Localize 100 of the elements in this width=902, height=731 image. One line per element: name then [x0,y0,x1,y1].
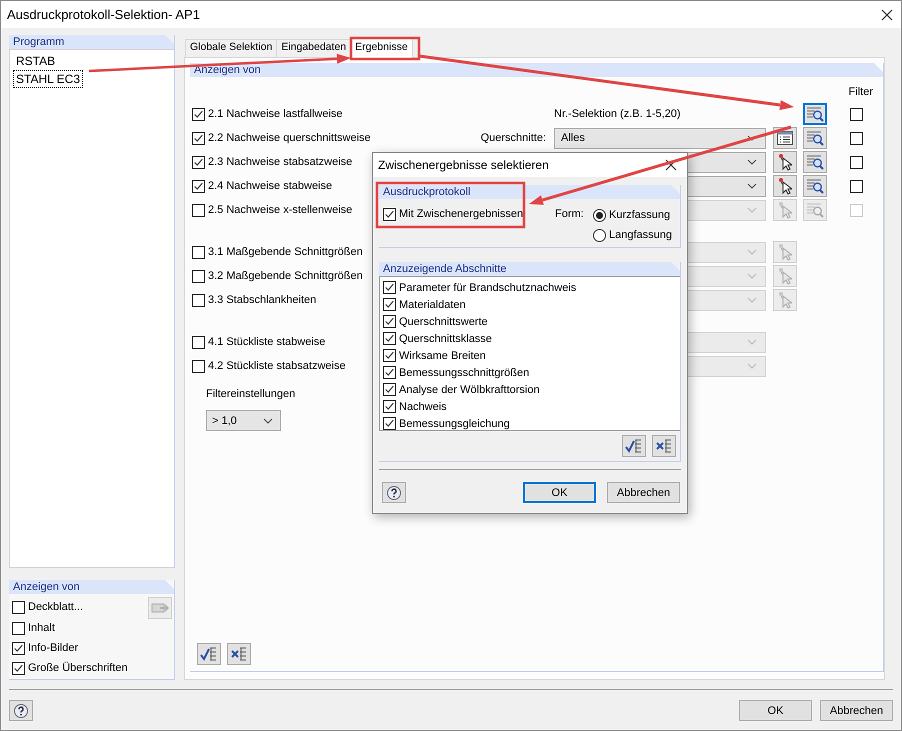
cursor-pin-icon [778,267,792,285]
dropdown[interactable]: > 1,0 [206,410,281,431]
option-label: Querschnittswerte [399,316,488,328]
field-label: Querschnitte: [480,132,546,144]
help-icon [385,484,403,500]
close-button[interactable] [879,6,895,22]
select-all-button[interactable] [622,435,646,457]
program-item[interactable]: STAHL EC3 [13,70,84,88]
option-label: Langfassung [609,229,672,241]
checkbox[interactable] [850,180,863,192]
option-label: 2.1 Nachweise lastfallweise [208,108,343,120]
checkbox[interactable] [850,156,863,168]
help-button[interactable] [9,700,33,721]
search-icon [806,106,824,122]
checkbox[interactable] [12,600,25,614]
search-button[interactable] [803,151,827,173]
option-label: 2.4 Nachweise stabweise [208,180,332,192]
option-label: Deckblatt... [28,601,84,613]
checkbox[interactable] [12,622,25,634]
option-label: Materialdaten [399,298,466,310]
pick-button[interactable] [773,175,797,197]
search-icon [806,154,824,170]
dialog-button[interactable]: OK [739,700,812,721]
checkbox[interactable] [383,281,396,294]
checkbox[interactable] [192,180,205,192]
deselect-all-button[interactable] [652,435,676,457]
select-all-button[interactable] [197,643,221,665]
dialog-button[interactable]: Abbrechen [607,482,680,503]
checkbox[interactable] [192,108,205,120]
option-label: Bemessungsschnittgrößen [399,366,530,378]
checkbox[interactable] [850,132,863,144]
cursor-pin-icon [778,291,792,309]
panel-heading: Anzeigen von [190,63,883,77]
pick-button[interactable] [773,151,797,173]
tab[interactable]: Globale Selektion [185,39,278,57]
option-label: Inhalt [28,622,55,634]
checkbox[interactable] [12,642,25,654]
help-button[interactable] [382,482,406,503]
check-tree-icon [200,646,218,662]
checkbox[interactable] [383,332,396,345]
chevron-icon [747,297,757,303]
option-label: 2.5 Nachweise x-stellenweise [208,204,352,216]
radio-button[interactable] [593,228,606,242]
panel-heading: Programm [9,35,174,49]
option-label: Analyse der Wölbkrafttorsion [399,384,540,396]
deselect-all-button[interactable] [227,643,251,665]
panel-heading: Ausdruckprotokoll [379,185,680,199]
checkbox[interactable] [192,156,205,168]
checkbox[interactable] [850,108,863,120]
checkbox[interactable] [192,132,205,144]
search-button[interactable] [803,175,827,197]
close-button[interactable] [663,157,679,173]
checkbox[interactable] [383,315,396,328]
chevron-icon [747,207,757,213]
window-title: Ausdruckprotokoll-Selektion- AP1 [7,7,200,22]
checkbox[interactable] [12,662,25,674]
chevron-icon [747,273,757,279]
checkbox[interactable] [383,400,396,413]
radio-button[interactable] [593,208,606,222]
field-label: Filtereinstellungen [206,388,296,402]
chevron-icon [747,249,757,255]
dialog-button[interactable]: Abbrechen [820,700,893,721]
checkbox[interactable] [383,349,396,362]
program-item[interactable]: RSTAB [13,52,58,70]
chevron-icon [747,159,757,165]
checkbox[interactable] [383,208,396,220]
option-label: 4.2 Stückliste stabsatzweise [208,360,346,372]
option-label: 3.1 Maßgebende Schnittgrößen [208,246,363,258]
search-button[interactable] [803,127,827,149]
checkbox[interactable] [383,366,396,379]
search-icon [806,130,824,146]
option-label: 2.2 Nachweise querschnittsweise [208,132,371,144]
chevron-icon [747,183,757,189]
list-icon [777,131,793,145]
cross-tree-icon [655,438,673,454]
option-label: 3.3 Stabschlankheiten [208,294,316,306]
cursor-pin-icon [778,177,792,195]
dialog-button[interactable]: OK [523,482,596,503]
checkbox[interactable] [383,383,396,396]
selection-hint: Nr.-Selektion (z.B. 1-5,20) [554,108,682,120]
dropdown[interactable]: Alles [554,128,766,148]
chevron-icon [747,363,757,369]
search-button[interactable] [803,103,827,125]
cursor-pin-icon [778,153,792,171]
column-heading: Filter [848,86,873,100]
option-label: Mit Zwischenergebnissen [399,208,524,220]
close-icon [665,159,677,171]
chevron-icon [747,135,757,141]
cursor-pin-icon [778,201,792,219]
checkbox[interactable] [383,298,396,311]
option-label: Kurzfassung [609,209,670,221]
checkbox[interactable] [383,417,396,430]
field-label: Form: [555,207,585,222]
panel-heading: Anzeigen von [9,580,174,594]
search-icon [806,178,824,194]
list-button[interactable] [773,127,797,149]
search-icon [806,202,824,218]
chevron-icon [263,418,273,424]
option-label: 4.1 Stückliste stabweise [208,336,326,348]
option-label: Nachweis [399,400,447,412]
